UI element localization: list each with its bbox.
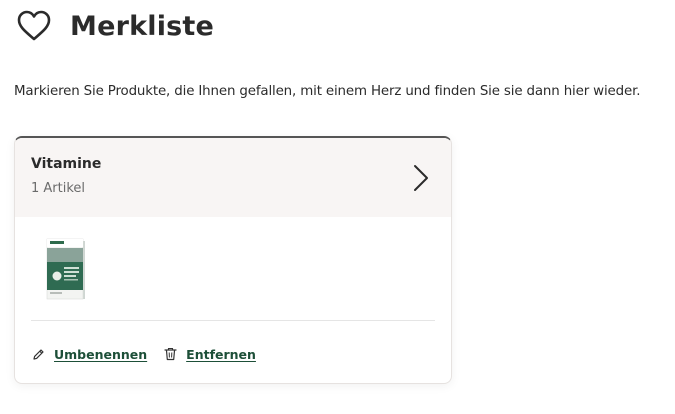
wishlist-name: Vitamine [31,156,102,172]
remove-button[interactable]: Entfernen [163,347,256,362]
card-divider [31,320,435,321]
heart-icon [16,8,52,44]
rename-label: Umbenennen [54,346,148,362]
remove-label: Entfernen [186,346,256,362]
trash-icon [163,347,177,361]
page-header: Merkliste [16,8,214,44]
page-title: Merkliste [70,10,215,42]
wishlist-actions: Umbenennen Entfernen [31,345,256,363]
product-thumbnail[interactable] [45,238,87,300]
wishlist-item-count: 1 Artikel [31,181,86,196]
pencil-icon [31,347,45,361]
rename-button[interactable]: Umbenennen [31,347,147,362]
intro-text: Markieren Sie Produkte, die Ihnen gefall… [14,84,641,99]
wishlist-card: Vitamine 1 Artikel Umbenennen Entfernen [14,136,452,384]
chevron-right-icon[interactable] [411,163,431,193]
wishlist-card-header[interactable]: Vitamine 1 Artikel [15,138,451,217]
